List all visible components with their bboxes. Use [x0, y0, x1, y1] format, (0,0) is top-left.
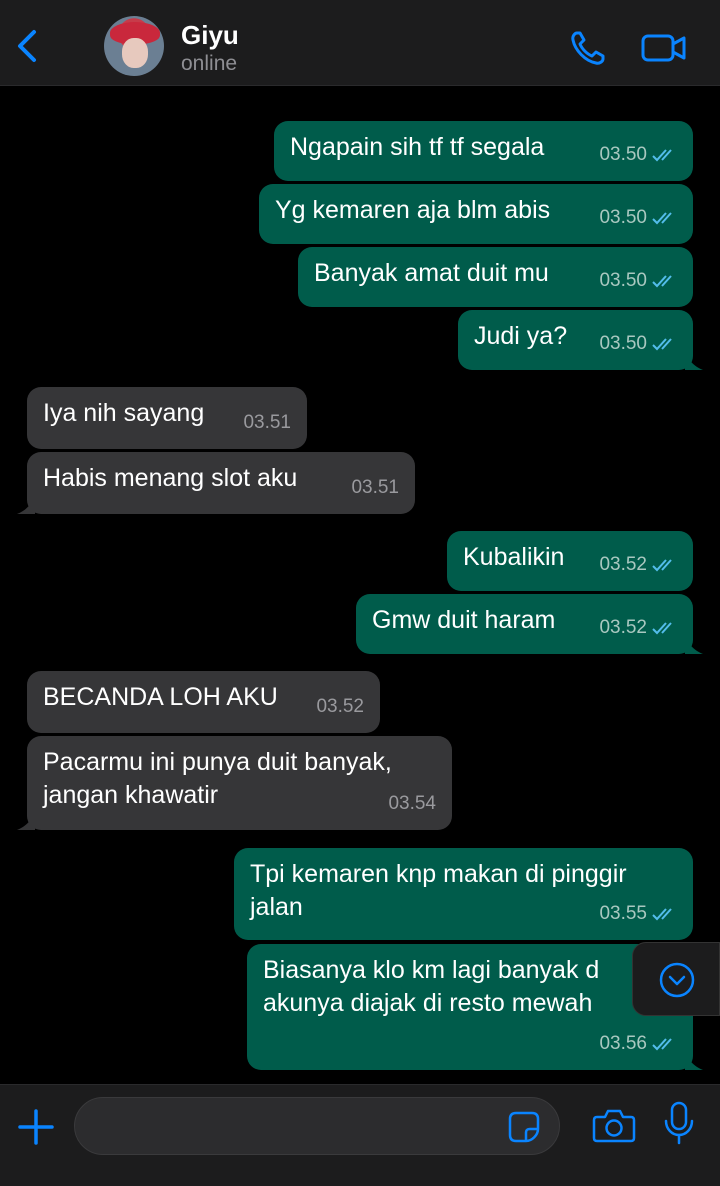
camera-icon: [592, 1109, 636, 1143]
avatar[interactable]: [104, 16, 164, 76]
scroll-to-bottom-button[interactable]: [632, 942, 720, 1016]
message-text: Pacarmu ini punya duit banyak, jangan kh…: [43, 748, 399, 809]
message-time: 03.52: [599, 617, 647, 638]
message-time: 03.52: [316, 696, 364, 717]
message-bubble-incoming[interactable]: Habis menang slot aku 03.51: [17, 452, 415, 514]
message-meta: 03.52: [599, 611, 679, 644]
message-bubble-outgoing[interactable]: Kubalikin 03.52: [447, 531, 693, 591]
message-meta: 03.56: [599, 1027, 679, 1060]
double-check-icon: [652, 907, 672, 920]
message-input-bar: [0, 1084, 720, 1186]
double-check-icon: [652, 211, 672, 224]
double-check-icon: [652, 148, 672, 161]
double-check-icon: [652, 621, 672, 634]
chevron-left-icon: [18, 30, 36, 62]
bubble-tail: [685, 352, 703, 370]
message-bubble-outgoing[interactable]: Ngapain sih tf tf segala 03.50: [274, 121, 693, 181]
message-time: 03.55: [599, 903, 647, 924]
message-text: BECANDA LOH AKU: [43, 683, 278, 711]
message-meta: 03.50: [599, 138, 679, 171]
message-meta: 03.52: [316, 690, 364, 723]
message-bubble-outgoing[interactable]: Yg kemaren aja blm abis 03.50: [259, 184, 693, 244]
message-meta: 03.50: [599, 201, 679, 234]
message-time: 03.56: [599, 1033, 647, 1054]
bubble-tail: [17, 496, 35, 514]
message-text: Biasanya klo km lagi banyak d akunya dia…: [263, 956, 607, 1017]
video-call-button[interactable]: [640, 30, 688, 66]
back-button[interactable]: [10, 26, 46, 66]
sticker-icon: [508, 1111, 540, 1143]
microphone-icon: [664, 1101, 694, 1145]
microphone-button[interactable]: [662, 1101, 696, 1147]
attach-button[interactable]: [16, 1107, 56, 1147]
phone-icon: [571, 31, 605, 65]
message-bubble-outgoing[interactable]: Gmw duit haram 03.52: [356, 594, 703, 654]
voice-call-button[interactable]: [568, 28, 608, 68]
sticker-button[interactable]: [506, 1109, 542, 1145]
message-text: Ngapain sih tf tf segala: [290, 133, 545, 161]
message-time: 03.50: [599, 144, 647, 165]
message-time: 03.54: [388, 793, 436, 814]
message-time: 03.51: [351, 477, 399, 498]
double-check-icon: [652, 274, 672, 287]
contact-name[interactable]: Giyu: [181, 20, 239, 51]
message-bubble-outgoing[interactable]: Tpi kemaren knp makan di pinggir jalan 0…: [234, 848, 693, 940]
chevron-down-circle-icon: [659, 962, 695, 998]
message-meta: 03.51: [243, 406, 291, 439]
video-camera-icon: [641, 34, 686, 62]
message-bubble-incoming[interactable]: BECANDA LOH AKU 03.52: [27, 671, 380, 733]
message-time: 03.50: [599, 333, 647, 354]
double-check-icon: [652, 1037, 672, 1050]
message-text: Judi ya?: [474, 322, 568, 350]
message-text: Yg kemaren aja blm abis: [275, 196, 551, 224]
message-bubble-incoming[interactable]: Pacarmu ini punya duit banyak, jangan kh…: [17, 736, 452, 830]
message-meta: 03.52: [599, 548, 679, 581]
message-meta: 03.50: [599, 327, 679, 360]
message-text: Kubalikin: [463, 543, 565, 571]
message-text: Tpi kemaren knp makan di pinggir jalan: [250, 860, 634, 921]
message-meta: 03.55: [599, 897, 679, 930]
message-meta: 03.54: [388, 787, 436, 820]
message-text: Banyak amat duit mu: [314, 259, 549, 287]
message-time: 03.50: [599, 207, 647, 228]
message-time: 03.51: [243, 412, 291, 433]
chat-header: Giyu online: [0, 0, 720, 86]
message-time: 03.52: [599, 554, 647, 575]
bubble-tail: [685, 636, 703, 654]
message-bubble-outgoing[interactable]: Biasanya klo km lagi banyak d akunya dia…: [247, 944, 703, 1070]
message-time: 03.50: [599, 270, 647, 291]
message-input[interactable]: [74, 1097, 560, 1155]
message-bubble-outgoing[interactable]: Banyak amat duit mu 03.50: [298, 247, 693, 307]
bubble-tail: [17, 812, 35, 830]
double-check-icon: [652, 337, 672, 350]
bubble-tail: [685, 1052, 703, 1070]
contact-status: online: [181, 52, 238, 75]
double-check-icon: [652, 558, 672, 571]
message-meta: 03.50: [599, 264, 679, 297]
message-bubble-outgoing[interactable]: Judi ya? 03.50: [458, 310, 703, 370]
camera-button[interactable]: [592, 1105, 636, 1145]
message-text: Iya nih sayang: [43, 399, 205, 427]
message-text: Gmw duit haram: [372, 606, 556, 634]
message-meta: 03.51: [351, 471, 399, 504]
message-bubble-incoming[interactable]: Iya nih sayang 03.51: [27, 387, 307, 449]
message-text: Habis menang slot aku: [43, 464, 298, 492]
plus-icon: [18, 1109, 54, 1145]
